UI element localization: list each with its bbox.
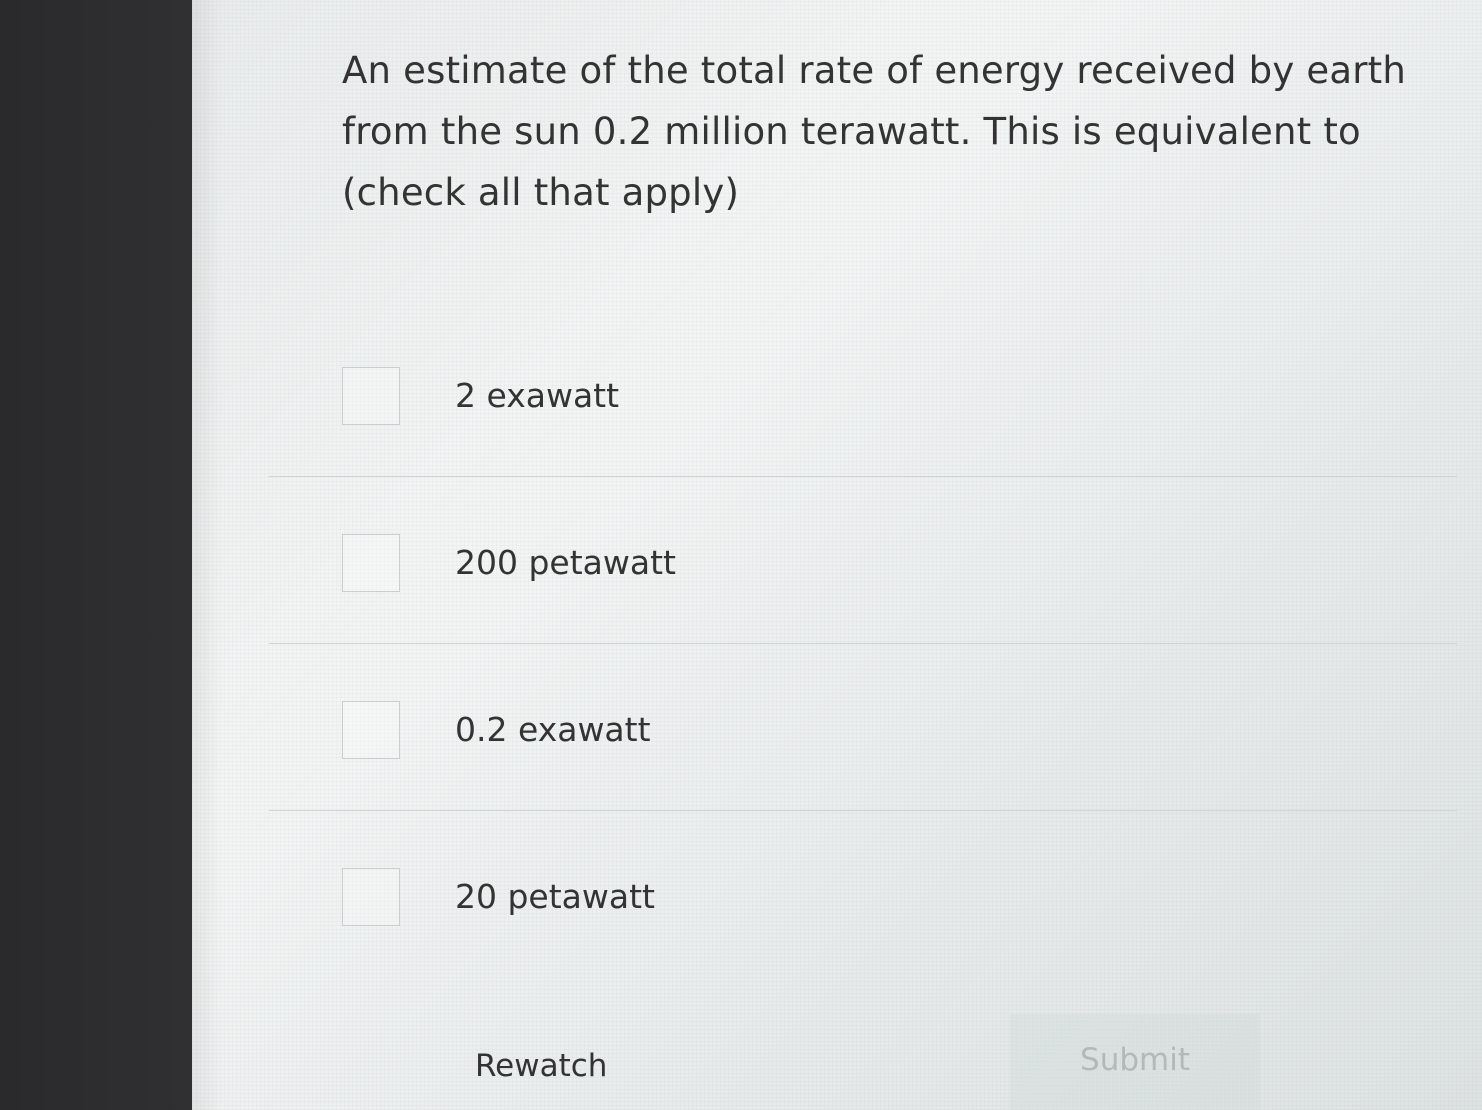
option-label: 200 petawatt (455, 543, 676, 582)
question-text: An estimate of the total rate of energy … (342, 40, 1407, 223)
answer-options-list: 2 exawatt 200 petawatt 0.2 exawatt 20 pe… (269, 310, 1457, 977)
submit-button[interactable]: Submit (1010, 1014, 1260, 1110)
answer-option[interactable]: 20 petawatt (269, 811, 1457, 977)
option-checkbox[interactable] (342, 701, 400, 759)
rewatch-button[interactable]: Rewatch (475, 1048, 607, 1084)
option-checkbox[interactable] (342, 367, 400, 425)
question-line: from the sun 0.2 million terawatt. This … (342, 110, 1361, 153)
option-label: 20 petawatt (455, 877, 655, 916)
answer-option[interactable]: 2 exawatt (269, 310, 1457, 477)
quiz-screen: An estimate of the total rate of energy … (192, 0, 1482, 1110)
answer-option[interactable]: 0.2 exawatt (269, 644, 1457, 811)
answer-option[interactable]: 200 petawatt (269, 477, 1457, 644)
question-line: (check all that apply) (342, 171, 740, 214)
question-line: An estimate of the total rate of energy … (342, 49, 1407, 92)
option-label: 0.2 exawatt (455, 710, 651, 749)
option-checkbox[interactable] (342, 534, 400, 592)
option-checkbox[interactable] (342, 868, 400, 926)
device-bezel (0, 0, 192, 1110)
option-label: 2 exawatt (455, 376, 620, 415)
